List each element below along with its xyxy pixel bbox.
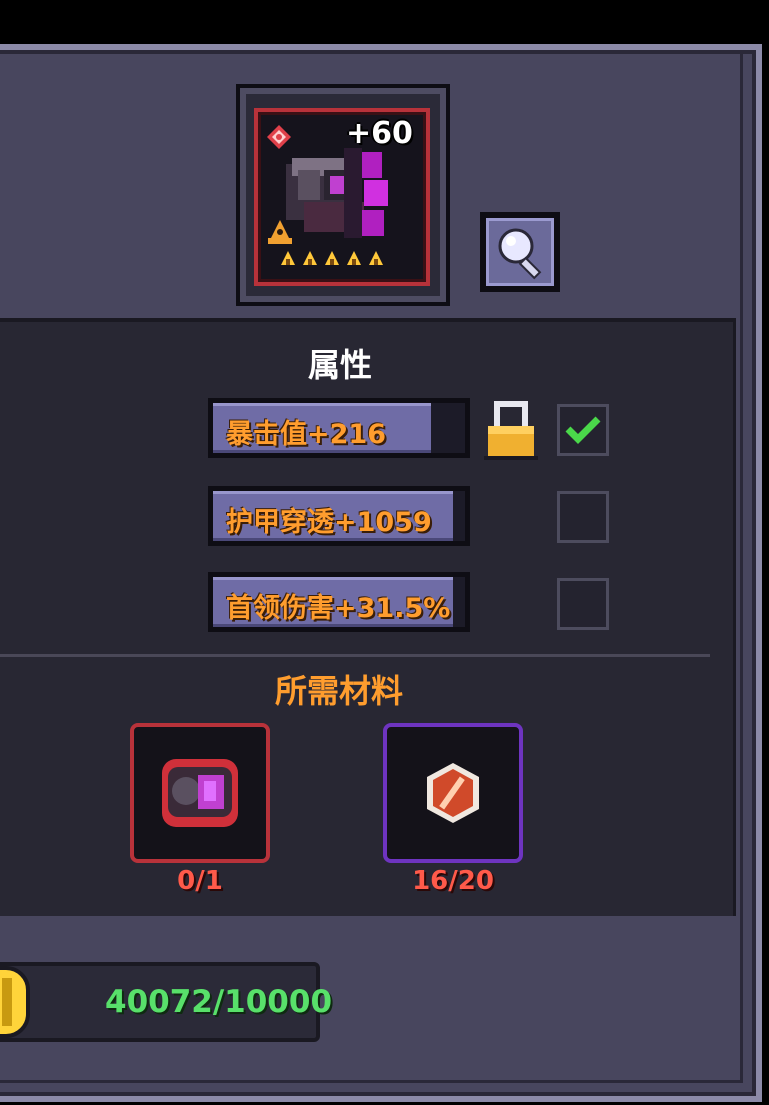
material-count: 16/20 <box>412 866 494 896</box>
materials-title: 所需材料 <box>274 672 403 710</box>
weapon-fragment-icon <box>162 759 238 827</box>
attribute-title: 属性 <box>307 346 372 384</box>
star-icon <box>325 251 339 265</box>
stat-label: 暴击值+216 <box>226 419 386 450</box>
stat-checkbox-boss-damage[interactable] <box>557 578 609 630</box>
star-icon <box>369 251 383 265</box>
stat-checkbox-armor-pen[interactable] <box>557 491 609 543</box>
stat-label: 护甲穿透+1059 <box>226 507 432 538</box>
forge-stone-icon <box>427 763 479 823</box>
stat-bar-crit[interactable]: 暴击值+216 <box>208 398 470 458</box>
star-icon <box>281 251 295 265</box>
gold-coin-icon <box>0 966 30 1038</box>
stat-bar-armor-pen[interactable]: 护甲穿透+1059 <box>208 486 470 546</box>
inspect-button[interactable] <box>480 212 560 292</box>
material-slot-forge-stone[interactable] <box>383 723 523 863</box>
lock-icon[interactable] <box>484 400 538 460</box>
star-icon <box>347 251 361 265</box>
checkmark-icon <box>565 416 601 444</box>
star-rating <box>280 250 384 266</box>
gold-amount: 40072/10000 <box>105 984 333 1020</box>
material-slot-weapon-fragment[interactable] <box>130 723 270 863</box>
star-icon <box>303 251 317 265</box>
divider <box>0 654 710 657</box>
magnifier-icon <box>498 228 542 280</box>
class-hat-icon <box>268 220 292 244</box>
stat-checkbox-crit[interactable] <box>557 404 609 456</box>
stat-label: 首领伤害+31.5% <box>226 593 451 624</box>
material-count: 0/1 <box>177 866 223 896</box>
weapon-art <box>286 148 388 238</box>
stat-bar-boss-damage[interactable]: 首领伤害+31.5% <box>208 572 470 632</box>
